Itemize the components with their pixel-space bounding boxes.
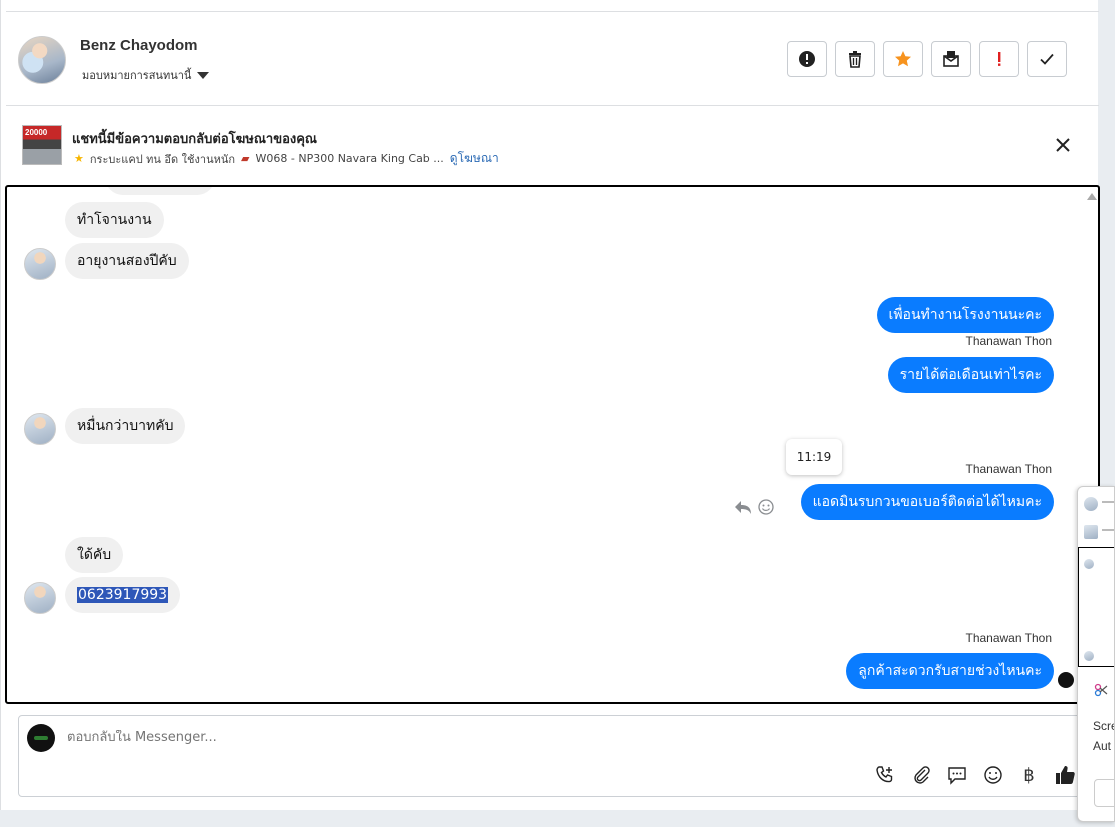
reply-icon[interactable] [734,499,752,515]
assign-label: มอบหมายการสนทนานี้ [82,69,192,82]
contact-avatar-small [24,248,56,280]
background-window-peek[interactable]: Scre Aut [1077,486,1115,822]
add-call-button[interactable] [874,764,896,786]
message-bubble-incoming[interactable]: ใด้คับ [65,537,124,573]
message-bubble-outgoing[interactable]: แอดมินรบกวนขอเบอร์ติดต่อได้ไหมคะ [800,484,1054,520]
peek-text-line [1102,501,1114,503]
report-icon [799,51,815,67]
message-bubble-incoming[interactable]: อายุงานสองปีคับ [65,243,189,279]
mark-unread-button[interactable] [931,41,971,77]
baht-icon: ฿ [1023,764,1035,786]
sender-name: Thanawan Thon [965,334,1052,348]
view-ad-link[interactable]: ดูโฆษณา [450,149,499,168]
ad-banner-subtitle: ★ กระบะแคป ทน อึด ใช้งานหนัก ▰ W068 - NP… [74,149,499,168]
message-bubble-outgoing[interactable]: รายได้ต่อเดือนเท่าไรคะ [887,357,1054,393]
composer-toolbar: ฿ [874,764,1076,786]
ad-thumbnail: 20000 [22,125,62,165]
done-icon [1040,53,1054,65]
snipping-tool-icon [1094,683,1108,697]
truck-emoji-icon: ▰ [241,152,250,165]
reply-input[interactable] [67,730,767,745]
message-thread[interactable]: ทำโจานงาน อายุงานสองปีคับ เพื่อนทำงานโรง… [5,185,1100,704]
delete-button[interactable] [835,41,875,77]
like-button[interactable] [1054,764,1076,786]
report-button[interactable] [787,41,827,77]
message-bubble-outgoing[interactable]: เพื่อนทำงานโรงงานนะคะ [876,297,1054,333]
star-icon [895,51,911,67]
page-avatar [27,724,55,752]
peek-button[interactable] [1094,779,1114,807]
peek-ad-thumb [1084,525,1098,539]
message-bubble-incoming[interactable]: หมื่นกว่าบาทคับ [65,408,186,444]
attach-button[interactable] [910,764,932,786]
like-icon [1056,766,1075,784]
message-timestamp-tooltip: 11:19 [786,439,842,475]
ad-banner-title: แชทนี้มีข้อความตอบกลับต่อโฆษณาของคุณ [72,132,317,147]
peek-avatar [1084,559,1094,569]
peek-avatar [1084,497,1098,511]
mark-unread-icon [943,51,959,67]
message-bubble-outgoing[interactable]: ลูกค้าสะดวกรับสายช่วงไหนคะ [846,653,1054,689]
ad-reply-banner: 20000 แชทนี้มีข้อความตอบกลับต่อโฆษณาของค… [6,106,1099,185]
peek-line-2: Aut [1093,739,1112,753]
emoji-icon [984,766,1002,784]
close-icon[interactable] [1054,136,1072,154]
peek-avatar [1084,651,1094,661]
message-bubble-cut [105,187,215,195]
peek-text-line [1102,529,1114,531]
selected-phone-number[interactable]: 0623917993 [77,587,169,603]
scroll-up-arrow-icon[interactable] [1087,193,1097,200]
ad-thumb-tag: 20000 [25,128,48,137]
seen-indicator-avatar [1058,672,1074,688]
peek-line-1: Scre [1093,719,1114,733]
saved-replies-icon [948,767,966,785]
caret-down-icon [197,71,210,79]
trash-icon [849,51,861,68]
message-bubble-incoming[interactable]: 0623917993 [65,577,181,613]
star-emoji-icon: ★ [74,152,84,165]
message-bubble-incoming[interactable]: ทำโจานงาน [65,202,164,238]
assign-conversation-dropdown[interactable]: มอบหมายการสนทนานี้ [82,66,210,84]
done-button[interactable] [1027,41,1067,77]
header-toolbar [787,41,1067,77]
spam-icon [998,52,1001,66]
inbox-app: Benz Chayodom มอบหมายการสนทนานี้ 20000 แ… [0,0,1100,810]
sender-name: Thanawan Thon [965,462,1052,476]
contact-avatar-small [24,582,56,614]
emoji-button[interactable] [982,764,1004,786]
message-composer: ฿ [18,715,1099,797]
star-button[interactable] [883,41,923,77]
contact-avatar-small [24,413,56,445]
ad-subtitle-text: กระบะแคป ทน อึด ใช้งานหนัก [89,152,236,166]
attach-icon [914,766,930,784]
spam-button[interactable] [979,41,1019,77]
saved-replies-button[interactable] [946,764,968,786]
react-emoji-icon[interactable] [758,499,774,515]
payment-button[interactable]: ฿ [1018,764,1040,786]
conversation-header: Benz Chayodom มอบหมายการสนทนานี้ [6,12,1099,106]
sender-name: Thanawan Thon [965,631,1052,645]
ad-model-text: W068 - NP300 Navara King Cab ... [255,152,444,165]
contact-name[interactable]: Benz Chayodom [80,37,198,54]
contact-avatar[interactable] [18,36,66,84]
add-call-icon [876,766,893,783]
